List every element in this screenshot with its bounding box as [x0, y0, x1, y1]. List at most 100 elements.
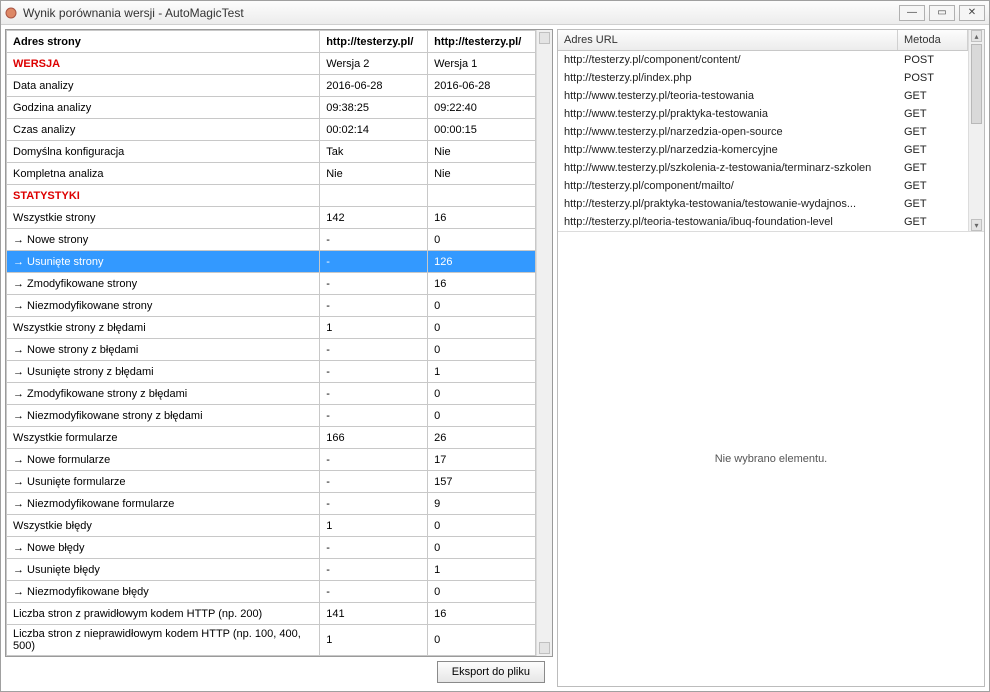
table-row[interactable]: Wszystkie strony14216 — [7, 207, 536, 229]
cell: 2016-06-28 — [320, 75, 428, 97]
cell: 1 — [320, 515, 428, 537]
method-cell: GET — [898, 141, 968, 159]
table-row[interactable]: → Usunięte strony z błędami-1 — [7, 361, 536, 383]
list-item[interactable]: http://www.testerzy.pl/teoria-testowania… — [558, 87, 968, 105]
url-cell: http://testerzy.pl/teoria-testowania/ibu… — [558, 213, 898, 231]
maximize-button[interactable]: ▭ — [929, 5, 955, 21]
table-row[interactable]: → Niezmodyfikowane strony z błędami-0 — [7, 405, 536, 427]
table-row[interactable]: Domyślna konfiguracjaTakNie — [7, 141, 536, 163]
cell: 142 — [320, 207, 428, 229]
table-row[interactable]: Kompletna analizaNieNie — [7, 163, 536, 185]
cell: → Niezmodyfikowane formularze — [7, 493, 320, 515]
minimize-button[interactable]: — — [899, 5, 925, 21]
list-item[interactable]: http://www.testerzy.pl/narzedzia-komercy… — [558, 141, 968, 159]
cell: 0 — [428, 405, 536, 427]
cell: 16 — [428, 273, 536, 295]
method-cell: GET — [898, 177, 968, 195]
scroll-down-icon[interactable]: ▾ — [971, 219, 982, 231]
table-row[interactable]: → Usunięte błędy-1 — [7, 559, 536, 581]
cell: Liczba stron z prawidłowym kodem HTTP (n… — [7, 603, 320, 625]
table-row[interactable]: STATYSTYKI — [7, 185, 536, 207]
cell: 16 — [428, 603, 536, 625]
titlebar[interactable]: Wynik porównania wersji - AutoMagicTest … — [1, 1, 989, 25]
method-cell: POST — [898, 51, 968, 69]
cell: Kompletna analiza — [7, 163, 320, 185]
scroll-up-icon[interactable]: ▴ — [971, 30, 982, 42]
url-list[interactable]: http://testerzy.pl/component/content/POS… — [558, 51, 968, 231]
table-row[interactable]: WERSJAWersja 2Wersja 1 — [7, 53, 536, 75]
cell: → Zmodyfikowane strony — [7, 273, 320, 295]
list-item[interactable]: http://www.testerzy.pl/narzedzia-open-so… — [558, 123, 968, 141]
method-cell: GET — [898, 159, 968, 177]
table-row[interactable]: → Niezmodyfikowane formularze-9 — [7, 493, 536, 515]
table-row[interactable]: → Zmodyfikowane strony-16 — [7, 273, 536, 295]
table-row[interactable]: → Niezmodyfikowane strony-0 — [7, 295, 536, 317]
url-cell: http://testerzy.pl/praktyka-testowania/t… — [558, 195, 898, 213]
url-scrollbar[interactable]: ▴ ▾ — [968, 30, 984, 231]
scrollbar-icon[interactable] — [536, 30, 552, 656]
cell: → Usunięte strony z błędami — [7, 361, 320, 383]
comparison-grid[interactable]: Adres strony http://testerzy.pl/ http://… — [6, 30, 536, 656]
list-item[interactable]: http://testerzy.pl/index.phpPOST — [558, 69, 968, 87]
list-item[interactable]: http://testerzy.pl/praktyka-testowania/t… — [558, 195, 968, 213]
grid-header-v1[interactable]: http://testerzy.pl/ — [428, 31, 536, 53]
export-button[interactable]: Eksport do pliku — [437, 661, 545, 683]
list-item[interactable]: http://www.testerzy.pl/praktyka-testowan… — [558, 105, 968, 123]
list-item[interactable]: http://testerzy.pl/teoria-testowania/ibu… — [558, 213, 968, 231]
window-title: Wynik porównania wersji - AutoMagicTest — [23, 6, 899, 20]
cell: Wszystkie strony z błędami — [7, 317, 320, 339]
cell: 17 — [428, 449, 536, 471]
list-item[interactable]: http://www.testerzy.pl/szkolenia-z-testo… — [558, 159, 968, 177]
cell: Nie — [428, 163, 536, 185]
comparison-pane: Adres strony http://testerzy.pl/ http://… — [5, 29, 553, 687]
table-row[interactable]: Czas analizy00:02:1400:00:15 — [7, 119, 536, 141]
cell: 0 — [428, 537, 536, 559]
list-item[interactable]: http://testerzy.pl/component/content/POS… — [558, 51, 968, 69]
table-row[interactable]: → Nowe strony-0 — [7, 229, 536, 251]
cell: → Usunięte strony — [7, 251, 320, 273]
url-header-url[interactable]: Adres URL — [558, 30, 898, 50]
grid-header-v2[interactable]: http://testerzy.pl/ — [320, 31, 428, 53]
cell: Nie — [320, 163, 428, 185]
table-row[interactable]: → Usunięte strony-126 — [7, 251, 536, 273]
table-row[interactable]: Wszystkie formularze16626 — [7, 427, 536, 449]
close-button[interactable]: ✕ — [959, 5, 985, 21]
cell: WERSJA — [7, 53, 320, 75]
cell: - — [320, 361, 428, 383]
app-icon — [5, 7, 17, 19]
cell: 26 — [428, 427, 536, 449]
list-item[interactable]: http://testerzy.pl/component/mailto/GET — [558, 177, 968, 195]
table-row[interactable]: → Nowe błędy-0 — [7, 537, 536, 559]
table-row[interactable]: → Nowe formularze-17 — [7, 449, 536, 471]
table-row[interactable]: Liczba stron z prawidłowym kodem HTTP (n… — [7, 603, 536, 625]
grid-header-label[interactable]: Adres strony — [7, 31, 320, 53]
cell: → Nowe strony — [7, 229, 320, 251]
table-row[interactable]: → Zmodyfikowane strony z błędami-0 — [7, 383, 536, 405]
table-row[interactable]: → Usunięte formularze-157 — [7, 471, 536, 493]
table-row[interactable]: → Nowe strony z błędami-0 — [7, 339, 536, 361]
cell: - — [320, 581, 428, 603]
table-row[interactable]: Liczba stron z nieprawidłowym kodem HTTP… — [7, 625, 536, 656]
cell: - — [320, 251, 428, 273]
table-row[interactable]: Data analizy2016-06-282016-06-28 — [7, 75, 536, 97]
cell: - — [320, 559, 428, 581]
cell: 0 — [428, 317, 536, 339]
url-header-method[interactable]: Metoda — [898, 30, 968, 50]
table-row[interactable]: → Niezmodyfikowane błędy-0 — [7, 581, 536, 603]
table-row[interactable]: Wszystkie strony z błędami10 — [7, 317, 536, 339]
method-cell: GET — [898, 105, 968, 123]
cell: Liczba stron z nieprawidłowym kodem HTTP… — [7, 625, 320, 656]
cell: - — [320, 405, 428, 427]
table-row[interactable]: Godzina analizy09:38:2509:22:40 — [7, 97, 536, 119]
cell: 2016-06-28 — [428, 75, 536, 97]
method-cell: GET — [898, 213, 968, 231]
cell: - — [320, 493, 428, 515]
cell: → Zmodyfikowane strony z błędami — [7, 383, 320, 405]
cell: 9 — [428, 493, 536, 515]
cell: Nie — [428, 141, 536, 163]
scroll-thumb[interactable] — [971, 44, 982, 124]
cell: 00:02:14 — [320, 119, 428, 141]
comparison-grid-scroll[interactable]: Adres strony http://testerzy.pl/ http://… — [6, 30, 536, 656]
table-row[interactable]: Wszystkie błędy10 — [7, 515, 536, 537]
cell: - — [320, 339, 428, 361]
